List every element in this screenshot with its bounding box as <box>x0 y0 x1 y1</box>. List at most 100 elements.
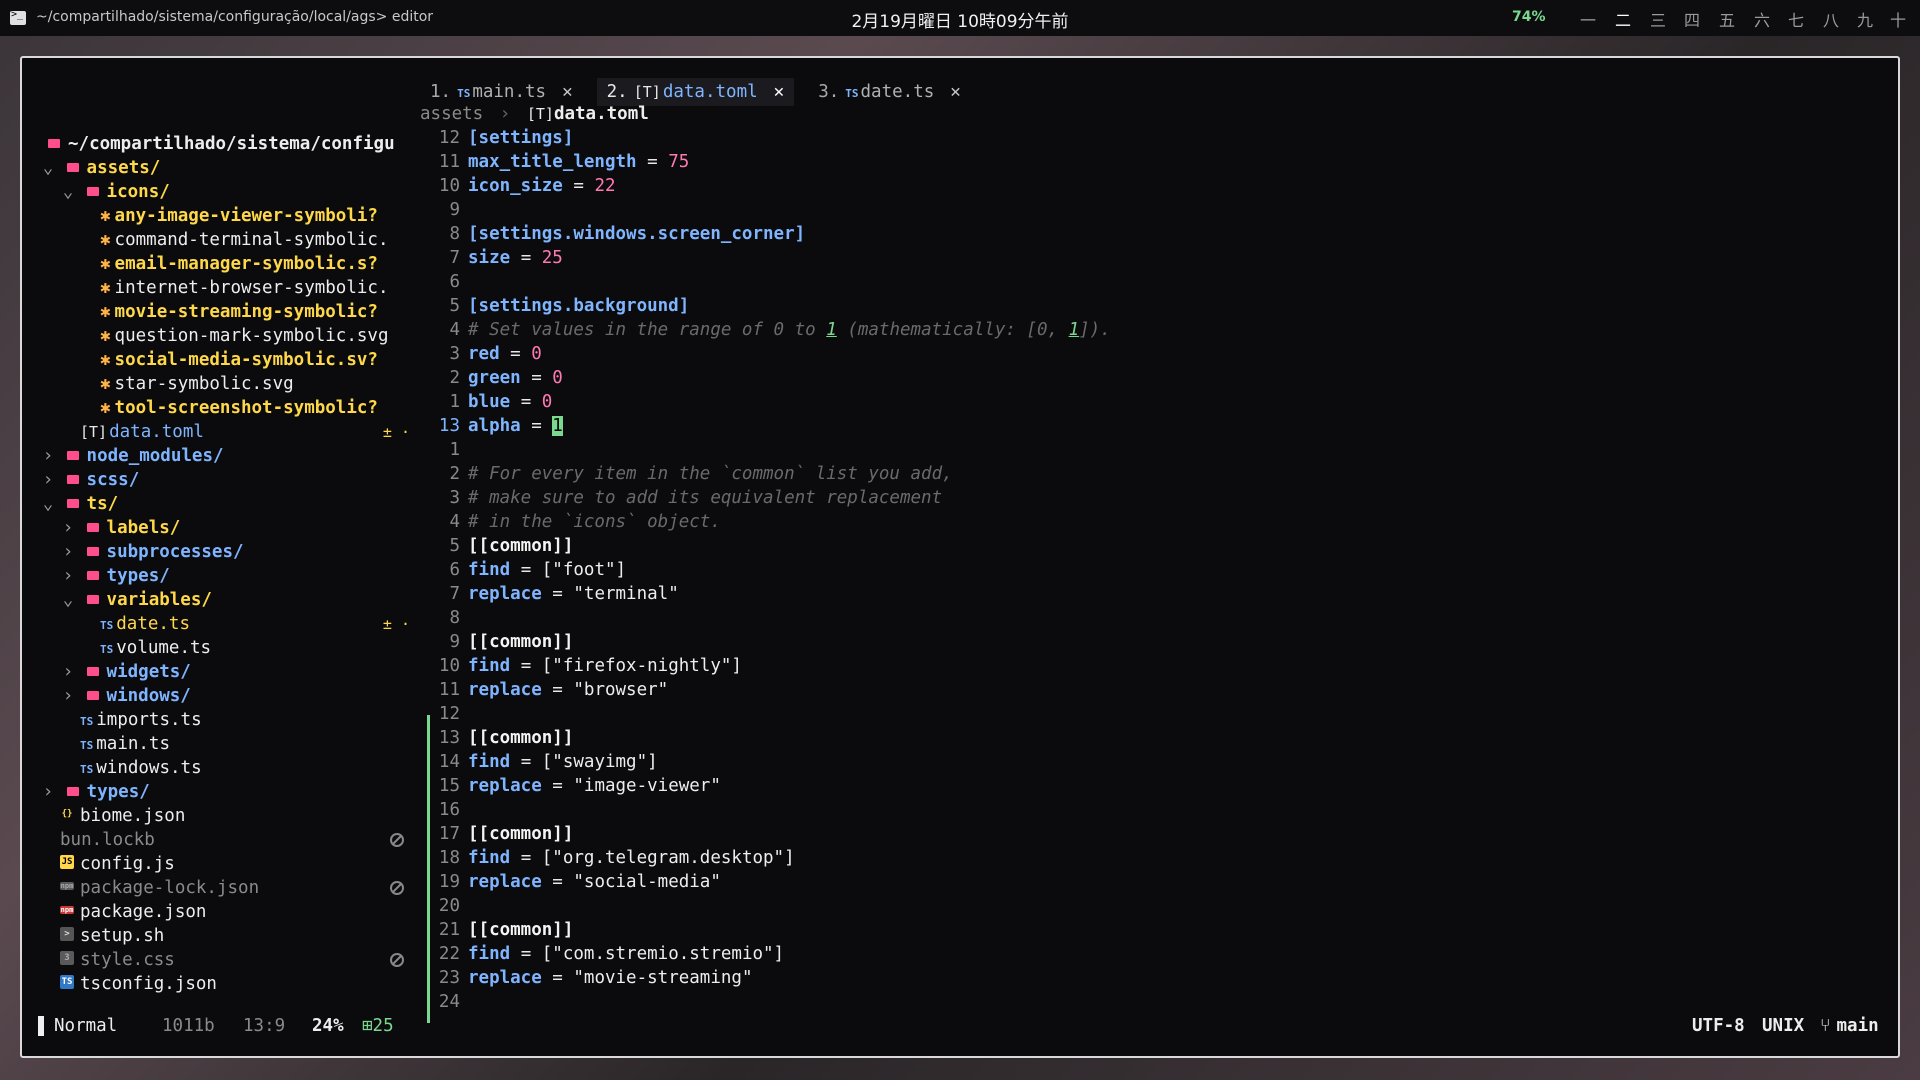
code-line[interactable]: 7 size = 25 <box>420 246 1820 270</box>
code-line[interactable]: 3 red = 0 <box>420 342 1820 366</box>
tree-item[interactable]: [T] data.toml ± · <box>40 420 420 444</box>
code-line[interactable]: 22 find = ["com.stremio.stremio"] <box>420 942 1820 966</box>
code-line[interactable]: 12 <box>420 702 1820 726</box>
tree-item[interactable]: JS config.js <box>40 852 420 876</box>
tree-item[interactable]: npm package-lock.json <box>40 876 420 900</box>
tree-item[interactable]: TS date.ts ± · <box>40 612 420 636</box>
tree-item-label: setup.sh <box>80 926 165 946</box>
tree-item[interactable]: › types/ <box>40 564 420 588</box>
tree-item[interactable]: › widgets/ <box>40 660 420 684</box>
code-line[interactable]: 1 blue = 0 <box>420 390 1820 414</box>
tree-item[interactable]: ⌄ icons/ <box>40 180 420 204</box>
workspace-3[interactable]: 三 <box>1650 7 1666 31</box>
tree-item[interactable]: ✱ command-terminal-symbolic. <box>40 228 420 252</box>
tree-item[interactable]: > setup.sh <box>40 924 420 948</box>
workspace-4[interactable]: 四 <box>1684 7 1700 31</box>
tree-item[interactable]: TS volume.ts <box>40 636 420 660</box>
close-icon[interactable]: ✕ <box>950 82 961 102</box>
tree-item-label: main.ts <box>96 734 171 754</box>
code-line[interactable]: 1 <box>420 438 1820 462</box>
javascript-icon: JS <box>60 855 74 869</box>
tree-item[interactable]: TS tsconfig.json <box>40 972 420 996</box>
tree-item[interactable]: ⌄ assets/ <box>40 156 420 180</box>
code-line[interactable]: 21 [[common]] <box>420 918 1820 942</box>
code-line[interactable]: 24 <box>420 990 1820 1014</box>
code-line[interactable]: 7 replace = "terminal" <box>420 582 1820 606</box>
git-modified-indicator: ± · <box>382 423 410 441</box>
code-line[interactable]: 10 icon_size = 22 <box>420 174 1820 198</box>
close-icon[interactable]: ✕ <box>562 82 573 102</box>
code-line[interactable]: 8 <box>420 606 1820 630</box>
tree-item[interactable]: ⌄ variables/ <box>40 588 420 612</box>
workspace-1[interactable]: 一 <box>1580 7 1596 31</box>
tree-item[interactable]: › subprocesses/ <box>40 540 420 564</box>
tree-item[interactable]: › types/ <box>40 780 420 804</box>
workspace-9[interactable]: 九 <box>1857 7 1873 31</box>
code-line[interactable]: 8 [settings.windows.screen_corner] <box>420 222 1820 246</box>
code-line[interactable]: 10 find = ["firefox-nightly"] <box>420 654 1820 678</box>
code-line[interactable]: 9 <box>420 198 1820 222</box>
code-line[interactable]: 19 replace = "social-media" <box>420 870 1820 894</box>
code-line[interactable]: 23 replace = "movie-streaming" <box>420 966 1820 990</box>
tree-item[interactable]: {} biome.json <box>40 804 420 828</box>
tree-item[interactable]: › windows/ <box>40 684 420 708</box>
breadcrumb-parent[interactable]: assets <box>420 104 483 124</box>
code-line[interactable]: 6 <box>420 270 1820 294</box>
code-line[interactable]: 17 [[common]] <box>420 822 1820 846</box>
code-line[interactable]: 6 find = ["foot"] <box>420 558 1820 582</box>
tree-item[interactable]: ✱ question-mark-symbolic.svg <box>40 324 420 348</box>
code-line[interactable]: 4 # in the `icons` object. <box>420 510 1820 534</box>
tree-item[interactable]: ⌄ ts/ <box>40 492 420 516</box>
tree-item[interactable]: ✱ tool-screenshot-symbolic? <box>40 396 420 420</box>
code-line[interactable]: 9 [[common]] <box>420 630 1820 654</box>
code-line[interactable]: 5 [[common]] <box>420 534 1820 558</box>
code-line[interactable]: 18 find = ["org.telegram.desktop"] <box>420 846 1820 870</box>
code-line[interactable]: 20 <box>420 894 1820 918</box>
workspace-8[interactable]: 八 <box>1823 7 1839 31</box>
tab-date-ts[interactable]: 3. TS date.ts ✕ <box>808 78 971 106</box>
workspace-7[interactable]: 七 <box>1788 7 1804 31</box>
tree-item[interactable]: TS main.ts <box>40 732 420 756</box>
code-line[interactable]: 5 [settings.background] <box>420 294 1820 318</box>
tree-item[interactable]: TS imports.ts <box>40 708 420 732</box>
tree-item[interactable]: ✱ internet-browser-symbolic. <box>40 276 420 300</box>
workspace-5[interactable]: 五 <box>1719 7 1735 31</box>
code-line[interactable]: 11 replace = "browser" <box>420 678 1820 702</box>
code-line[interactable]: 11 max_title_length = 75 <box>420 150 1820 174</box>
clock[interactable]: 2月19月曜日 10時09分午前 <box>0 7 1920 32</box>
tree-item[interactable]: 3 style.css <box>40 948 420 972</box>
close-icon[interactable]: ✕ <box>774 82 785 102</box>
tree-item[interactable]: ✱ any-image-viewer-symboli? <box>40 204 420 228</box>
tree-item[interactable]: ✱ social-media-symbolic.sv? <box>40 348 420 372</box>
tree-item[interactable]: TS windows.ts <box>40 756 420 780</box>
code-line[interactable]: 16 <box>420 798 1820 822</box>
file-size: 1011b <box>162 1016 215 1036</box>
code-line[interactable]: 3 # make sure to add its equivalent repla… <box>420 486 1820 510</box>
tree-item[interactable]: npm package.json <box>40 900 420 924</box>
workspace-2[interactable]: 二 <box>1615 7 1631 31</box>
code-line[interactable]: 13 [[common]] <box>420 726 1820 750</box>
tree-item[interactable]: › node_modules/ <box>40 444 420 468</box>
tree-item[interactable]: › labels/ <box>40 516 420 540</box>
chevron-right-icon: › <box>499 104 511 124</box>
tree-item[interactable]: ✱ movie-streaming-symbolic? <box>40 300 420 324</box>
tree-item[interactable]: › scss/ <box>40 468 420 492</box>
tree-item-label: windows/ <box>106 686 191 706</box>
tree-item[interactable]: ✱ email-manager-symbolic.s? <box>40 252 420 276</box>
code-line[interactable]: 15 replace = "image-viewer" <box>420 774 1820 798</box>
code-line[interactable]: 2 # For every item in the `common` list y… <box>420 462 1820 486</box>
code-line[interactable]: 13 alpha = 1 <box>420 414 1820 438</box>
code-line[interactable]: 4 # Set values in the range of 0 to 1 (ma… <box>420 318 1820 342</box>
code-line[interactable]: 14 find = ["swayimg"] <box>420 750 1820 774</box>
tree-item-label: subprocesses/ <box>106 542 244 562</box>
tree-item[interactable]: bun.lockb <box>40 828 420 852</box>
tree-item[interactable]: ✱ star-symbolic.svg <box>40 372 420 396</box>
line-text: [settings] <box>468 128 574 148</box>
line-text: max_title_length = 75 <box>468 152 690 172</box>
tree-root[interactable]: ~/compartilhado/sistema/configu <box>40 132 420 156</box>
workspace-6[interactable]: 六 <box>1754 7 1770 31</box>
workspace-10[interactable]: 十 <box>1890 7 1906 31</box>
code-line[interactable]: 12 [settings] <box>420 126 1820 150</box>
line-number: 7 <box>449 248 460 268</box>
code-line[interactable]: 2 green = 0 <box>420 366 1820 390</box>
